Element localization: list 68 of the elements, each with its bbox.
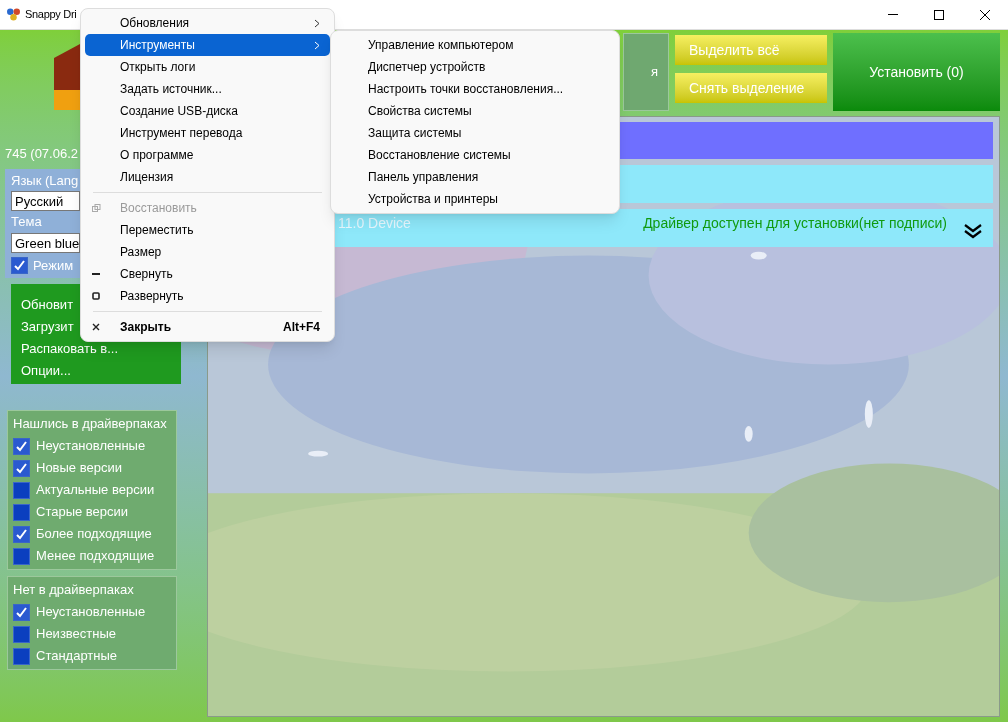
theme-dropdown[interactable]: Green blue [11, 232, 80, 253]
checkbox[interactable] [13, 603, 30, 621]
filter-label: Актуальные версии [36, 481, 155, 500]
menu-item[interactable]: Создание USB-диска [85, 100, 330, 122]
checkbox[interactable] [13, 437, 30, 455]
checkbox[interactable] [13, 503, 30, 521]
version-label: 745 (07.06.2 [5, 145, 78, 163]
filter-label: Менее подходящие [36, 547, 155, 566]
filter-label: Стандартные [36, 647, 118, 666]
close-icon [92, 323, 100, 331]
checkbox[interactable] [13, 459, 30, 477]
window-title: Snappy Dri [25, 7, 77, 23]
info-text: я [650, 63, 658, 82]
menu-item[interactable]: Задать источник... [85, 78, 330, 100]
checkmark-icon [13, 258, 26, 272]
maximize-icon [92, 292, 100, 300]
close-icon [980, 9, 990, 20]
menu-item[interactable]: Обновления [85, 12, 330, 34]
checkbox[interactable] [13, 481, 30, 499]
language-dropdown[interactable]: Русский [11, 191, 80, 211]
restore-icon [92, 203, 101, 213]
device-name: 11.0 Device [338, 214, 411, 233]
action-item[interactable]: Распаковать в... [21, 338, 181, 360]
filter-label: Неустановленные [36, 603, 146, 622]
filter-label: Неизвестные [36, 625, 117, 644]
checkmark-icon [15, 461, 28, 475]
expert-mode-label: Режим [33, 256, 74, 275]
menu-item[interactable]: Панель управления [335, 166, 615, 188]
menu-item[interactable]: Закрыть Alt+F4 [85, 316, 330, 338]
minimize-icon [888, 14, 898, 15]
filter-label: Более подходящие [36, 525, 152, 544]
checkmark-icon [15, 439, 28, 453]
menu-item[interactable]: Инструменты [85, 34, 330, 56]
app-logo-icon [7, 8, 20, 21]
expand-icon[interactable] [963, 223, 983, 239]
menu-item[interactable]: О программе [85, 144, 330, 166]
menu-item[interactable]: Восстановление системы [335, 144, 615, 166]
menu-item[interactable]: Устройства и принтеры [335, 188, 615, 210]
menu-item[interactable]: Инструмент перевода [85, 122, 330, 144]
filter-label: Новые версии [36, 459, 122, 478]
menu-item[interactable]: Управление компьютером [335, 34, 615, 56]
driver-status: Драйвер доступен для установки(нет подписи) [643, 214, 947, 233]
filter-label: Старые версии [36, 503, 129, 522]
filter-group-title: Нет в драйверпаках [13, 581, 135, 599]
checkmark-icon [15, 605, 28, 619]
menu-item[interactable]: Настроить точки восстановления... [335, 78, 615, 100]
checkbox[interactable] [11, 256, 28, 274]
menu-item[interactable]: Открыть логи [85, 56, 330, 78]
filter-label: Неустановленные [36, 437, 146, 456]
theme-label: Тема [11, 213, 43, 231]
filter-group-title: Нашлись в драйверпаках [13, 415, 168, 433]
app-logo-icon [54, 44, 80, 110]
shortcut-label: Alt+F4 [283, 319, 320, 336]
menu-item[interactable]: Свернуть [85, 263, 330, 285]
menu-item[interactable]: Свойства системы [335, 100, 615, 122]
language-label: Язык (Lang [11, 171, 80, 190]
checkbox[interactable] [13, 647, 30, 665]
checkbox[interactable] [13, 547, 30, 565]
action-item[interactable]: Опции... [21, 360, 181, 382]
menu-item[interactable]: Лицензия [85, 166, 330, 188]
menu-item[interactable]: Диспетчер устройств [335, 56, 615, 78]
minimize-icon [92, 272, 100, 276]
menu-item[interactable]: Защита системы [335, 122, 615, 144]
checkmark-icon [15, 527, 28, 541]
checkbox[interactable] [13, 625, 30, 643]
menu-item[interactable]: Развернуть [85, 285, 330, 307]
checkbox[interactable] [13, 525, 30, 543]
maximize-icon [934, 9, 944, 20]
